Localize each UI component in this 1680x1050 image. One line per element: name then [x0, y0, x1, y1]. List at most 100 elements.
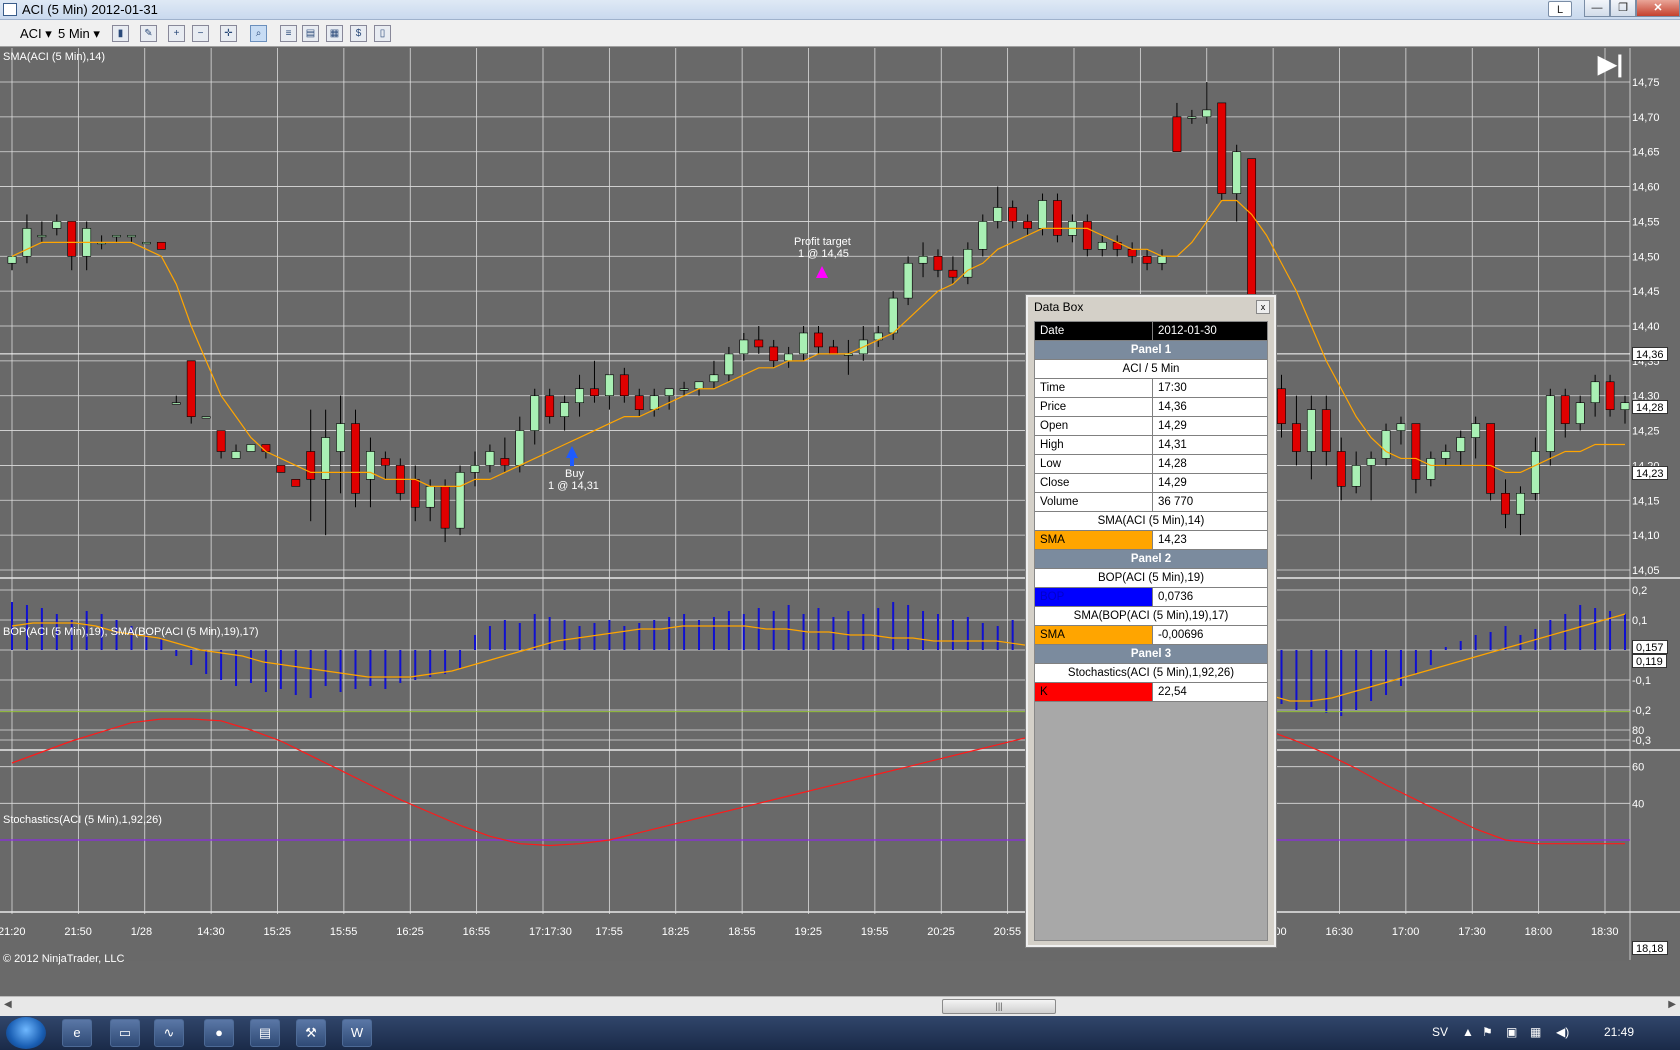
data-box-close-button[interactable]: x — [1256, 300, 1270, 314]
strategies-icon[interactable]: ≡ — [280, 25, 297, 42]
data-box-icon[interactable]: ⌕ — [250, 25, 267, 42]
candle-body — [1516, 493, 1525, 515]
horizontal-scrollbar[interactable]: ◀ ||| ▶ — [0, 996, 1680, 1016]
price-tick-label: 14,60 — [1632, 182, 1660, 194]
candle-body — [1217, 102, 1227, 194]
explorer-icon[interactable]: ▭ — [110, 1019, 140, 1047]
language-indicator[interactable]: SV — [1432, 1025, 1448, 1039]
time-tick-label: 18:55 — [728, 926, 756, 938]
open-label: Open — [1035, 417, 1153, 435]
scrollbar-thumb[interactable]: ||| — [942, 999, 1056, 1014]
dollar-icon[interactable]: $ — [350, 25, 367, 42]
candle-body — [425, 486, 435, 508]
candle-body — [590, 388, 599, 397]
minimize-button[interactable]: — — [1584, 0, 1610, 17]
candle-body — [1575, 402, 1585, 424]
chart-toolbar: ACI ▾ 5 Min ▾ ▮ ✎ + − ✛ ⌕ ≡ ▤ ▦ $ ▯ — [0, 20, 1680, 47]
time-tick-label: 16:25 — [396, 926, 424, 938]
data-row: Close 14,29 — [1035, 474, 1267, 493]
notes-icon[interactable]: ▤ — [250, 1019, 280, 1047]
bop-sma-row: SMA -0,00696 — [1035, 626, 1267, 645]
volume-icon[interactable]: ◀) — [1556, 1025, 1569, 1039]
drawing-pencil-icon[interactable]: ✎ — [140, 25, 157, 42]
indicators-icon[interactable]: ▤ — [302, 25, 319, 42]
panel1-header: Panel 1 — [1035, 341, 1267, 360]
instrument-selector[interactable]: ACI ▾ — [20, 24, 52, 44]
scroll-left-icon[interactable]: ◀ — [4, 999, 12, 1010]
candle-body — [1396, 423, 1406, 431]
ie-icon[interactable]: e — [62, 1019, 92, 1047]
candle-body — [1277, 388, 1286, 424]
date-row: Date 2012-01-30 — [1035, 322, 1267, 341]
time-tick-label: 18:00 — [1525, 926, 1553, 938]
bop-tag-sma: 0,119 — [1632, 654, 1667, 668]
candle-body — [156, 242, 166, 250]
high-label: High — [1035, 436, 1153, 454]
data-box-window[interactable]: Data Box x Date 2012-01-30 Panel 1 ACI / … — [1025, 294, 1277, 948]
candle-body — [1411, 423, 1421, 480]
candle-body — [1097, 242, 1107, 250]
chart-properties-icon[interactable]: ▦ — [326, 25, 343, 42]
zoom-out-icon[interactable]: − — [192, 25, 209, 42]
candle-body — [1306, 409, 1316, 452]
candle-body — [575, 388, 584, 403]
interval-selector[interactable]: 5 Min ▾ — [58, 24, 100, 44]
close-value: 14,29 — [1153, 474, 1267, 492]
candle-body — [485, 451, 495, 466]
price-panel-bg — [0, 48, 1630, 578]
candle-body — [440, 486, 450, 529]
close-button[interactable]: ✕ — [1636, 0, 1680, 17]
price-tick-label: 14,75 — [1632, 77, 1660, 89]
tools-icon[interactable]: ⚒ — [296, 1019, 326, 1047]
candle-body — [142, 242, 151, 245]
monitor-icon[interactable]: ▣ — [1506, 1025, 1517, 1039]
stoch-tick-label: 80 — [1632, 725, 1644, 737]
candle-body — [605, 374, 614, 397]
word-icon[interactable]: W — [342, 1019, 372, 1047]
candle-body — [993, 207, 1003, 222]
candle-body — [1486, 423, 1495, 494]
stoch-panel-label: Stochastics(ACI (5 Min),1,92,26) — [3, 814, 162, 826]
candle-body — [22, 228, 32, 257]
crosshair-icon[interactable]: ✛ — [220, 25, 237, 42]
start-button[interactable] — [6, 1017, 46, 1049]
bop-sma-label: SMA — [1035, 626, 1153, 644]
app-green-icon[interactable]: ● — [204, 1019, 234, 1047]
price-tick-label: 14,40 — [1632, 321, 1660, 333]
candle-body — [918, 255, 928, 264]
zoom-in-icon[interactable]: + — [168, 25, 185, 42]
chart-app-icon — [3, 3, 17, 16]
candle-body — [694, 381, 704, 390]
time-tick-label: 15:25 — [264, 926, 292, 938]
candle-body — [276, 465, 286, 473]
candle-body — [1351, 465, 1361, 487]
ninjatrader-icon[interactable]: ∿ — [154, 1019, 184, 1047]
jump-to-end-icon[interactable]: ▶| — [1598, 50, 1623, 79]
panel-layout-icon[interactable]: ▯ — [374, 25, 391, 42]
candle-body — [1157, 255, 1167, 264]
flag-icon[interactable]: ⚑ — [1482, 1025, 1493, 1039]
candle-body — [724, 353, 734, 376]
candle-body — [1187, 116, 1197, 119]
link-button[interactable]: L — [1548, 1, 1572, 17]
bar-type-icon[interactable]: ▮ — [112, 25, 129, 42]
price-tag-sma: 14,23 — [1632, 466, 1668, 480]
k-row: K 22,54 — [1035, 683, 1267, 702]
candle-body — [455, 472, 465, 529]
data-box-title[interactable]: Data Box — [1028, 297, 1274, 317]
network-icon[interactable]: ▦ — [1530, 1025, 1541, 1039]
stoch-tick-label: 40 — [1632, 798, 1644, 810]
scroll-right-icon[interactable]: ▶ — [1668, 999, 1676, 1010]
candle-body — [814, 332, 823, 348]
candle-body — [380, 458, 390, 466]
candle-body — [829, 346, 838, 355]
maximize-button[interactable]: ❐ — [1610, 0, 1636, 17]
tray-arrow-icon[interactable]: ▲ — [1462, 1025, 1474, 1039]
chart-area[interactable]: 21:20 21:50 1/28 14:30 15:25 15:55 16:25 16:55 1… — [0, 48, 1680, 976]
bop-tag-value: 0,157 — [1632, 640, 1668, 654]
candle-body — [1456, 437, 1466, 452]
window-title-bar[interactable]: ACI (5 Min) 2012-01-31 L — ❐ ✕ — [0, 0, 1680, 20]
candle-body — [664, 388, 674, 397]
clock[interactable]: 21:49 — [1604, 1025, 1634, 1039]
stoch-header: Stochastics(ACI (5 Min),1,92,26) — [1035, 664, 1267, 683]
